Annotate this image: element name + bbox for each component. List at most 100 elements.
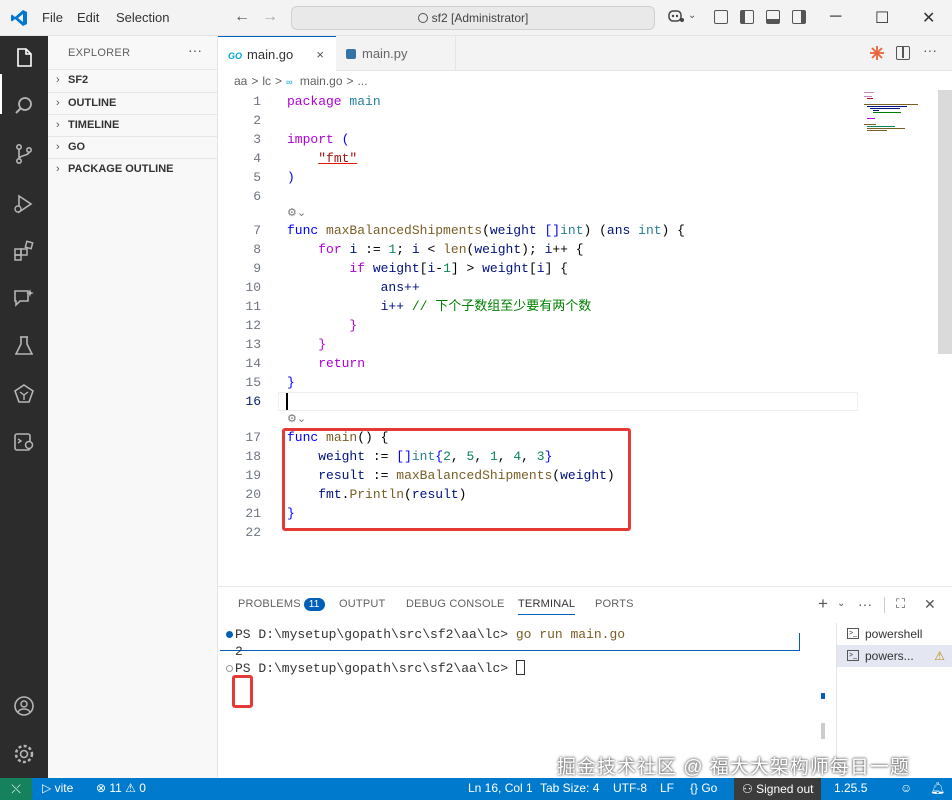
code-line: 9 if weight[i-1] > weight[i] {	[218, 259, 878, 278]
toggle-sidebar-icon[interactable]	[740, 10, 754, 24]
code-token: ;	[396, 242, 412, 257]
code-line: 11 i++ // 下个子数组至少要有两个数	[218, 297, 878, 316]
chevron-right-icon: ›	[56, 74, 60, 86]
status-eol[interactable]: LF	[660, 781, 674, 795]
close-panel-icon[interactable]: ✕	[924, 596, 936, 613]
menu-selection[interactable]: Selection	[116, 10, 169, 25]
breadcrumb-separator: >	[251, 74, 259, 88]
status-encoding[interactable]: UTF-8	[613, 781, 647, 795]
new-terminal-plus-icon[interactable]: +	[818, 594, 828, 614]
more-actions-icon[interactable]: ···	[188, 42, 202, 58]
search-icon[interactable]	[12, 94, 36, 118]
toggle-panel-icon[interactable]	[766, 10, 780, 24]
more-actions-icon[interactable]: ···	[923, 42, 937, 58]
toggle-secondary-sidebar-icon[interactable]	[792, 10, 806, 24]
tab-output[interactable]: OUTPUT	[339, 598, 385, 610]
status-go-version[interactable]: 1.25.5	[834, 781, 867, 795]
codelens-gear-icon[interactable]: ⚙⌄	[287, 206, 306, 222]
terminal-item-powershell-active[interactable]: >_ powers... ⚠	[837, 645, 952, 667]
customize-layout-icon[interactable]	[714, 10, 728, 24]
breadcrumb-lc[interactable]: lc	[262, 74, 271, 88]
code-token: import	[287, 132, 334, 147]
terminal-item-label: powershell	[865, 627, 923, 641]
split-editor-icon[interactable]	[896, 46, 910, 60]
source-control-icon[interactable]	[12, 142, 36, 166]
line-number: 11	[245, 299, 261, 314]
status-vite[interactable]: ▷ vite	[42, 781, 73, 795]
maximize-icon[interactable]: ☐	[875, 8, 889, 28]
forward-arrow-icon[interactable]: →	[262, 8, 278, 26]
code-line: 8 for i := 1; i < len(weight); i++ {	[218, 240, 878, 259]
terminal-scroll-marker	[821, 693, 825, 699]
tab-terminal[interactable]: TERMINAL	[518, 598, 576, 615]
code-token: int	[638, 223, 662, 238]
explorer-icon[interactable]	[12, 46, 36, 70]
remote-chat-icon[interactable]	[12, 286, 36, 310]
accounts-icon[interactable]	[12, 694, 36, 718]
maximize-panel-icon[interactable]: ⛶	[896, 596, 905, 612]
run-debug-icon[interactable]	[12, 192, 36, 216]
remote-indicator-icon[interactable]: ⤬	[0, 778, 32, 800]
sidebar-section-package-outline[interactable]: › PACKAGE OUTLINE	[48, 158, 218, 180]
status-bar: ⤬ ▷ vite ⊗ 11 ⚠ 0 Ln 16, Col 1 Tab Size:…	[0, 778, 952, 800]
sidebar-section-go[interactable]: › GO	[48, 136, 218, 158]
line-number: 4	[253, 151, 261, 166]
menu-file[interactable]: File	[42, 10, 63, 25]
sidebar-section-sf2[interactable]: › SF2	[48, 69, 218, 91]
close-window-icon[interactable]: ✕	[922, 8, 935, 28]
settings-gear-icon[interactable]	[12, 742, 36, 766]
code-token: );	[521, 242, 545, 257]
code-token: weight	[482, 261, 529, 276]
status-problems[interactable]: ⊗ 11 ⚠ 0	[96, 781, 146, 795]
code-editor[interactable]: 1 package main 2 3 import ( 4 "fmt" 5) 6 ⚙…	[218, 90, 952, 586]
tab-ports[interactable]: PORTS	[595, 598, 634, 610]
remote-explorer-icon[interactable]	[12, 430, 36, 454]
close-icon[interactable]: ×	[316, 37, 324, 72]
testing-flask-icon[interactable]	[12, 334, 36, 358]
breadcrumb-symbol[interactable]: ...	[358, 74, 368, 88]
editor-scrollbar[interactable]	[938, 90, 952, 354]
line-number: 14	[245, 356, 261, 371]
command-pending-icon[interactable]	[226, 665, 233, 672]
feedback-icon[interactable]: ☺	[900, 781, 912, 795]
code-token: ] >	[450, 261, 483, 276]
breadcrumb-aa[interactable]: aa	[234, 74, 247, 88]
copilot-sparkle-icon[interactable]	[868, 44, 886, 62]
minimize-icon[interactable]: ─	[830, 8, 841, 26]
section-label: PACKAGE OUTLINE	[68, 163, 174, 175]
breadcrumb-main-go[interactable]: main.go	[300, 74, 343, 88]
command-success-icon[interactable]	[226, 631, 233, 638]
status-language[interactable]: {} Go	[690, 781, 717, 795]
extensions-icon[interactable]	[12, 239, 36, 263]
more-actions-icon[interactable]: ···	[858, 596, 872, 612]
tab-problems[interactable]: PROBLEMS 11	[238, 598, 325, 611]
sidebar-section-timeline[interactable]: › TIMELINE	[48, 114, 218, 136]
back-arrow-icon[interactable]: ←	[234, 8, 250, 26]
menu-edit[interactable]: Edit	[77, 10, 99, 25]
section-label: SF2	[68, 74, 89, 86]
code-token: :=	[365, 242, 381, 257]
terminal-scrollbar[interactable]	[821, 723, 825, 739]
code-line: 7 func maxBalancedShipments(weight []int)…	[218, 221, 878, 240]
status-cursor-position[interactable]: Ln 16, Col 1	[468, 781, 533, 795]
status-signed-out[interactable]: ⚇ Signed out	[734, 778, 822, 800]
tab-main-py[interactable]: main.py	[336, 36, 456, 71]
terminal-item-powershell[interactable]: >_ powershell	[837, 623, 952, 645]
sidebar-section-outline[interactable]: › OUTLINE	[48, 92, 218, 114]
status-tab-size[interactable]: Tab Size: 4	[540, 781, 599, 795]
code-token: }	[287, 375, 295, 390]
terminal-output[interactable]: PS D:\mysetup\gopath\src\sf2\aa\lc> go r…	[218, 623, 808, 773]
git-graph-icon[interactable]	[12, 382, 36, 406]
minimap[interactable]	[864, 92, 919, 137]
chevron-down-icon[interactable]: ⌄	[837, 598, 845, 609]
divider	[884, 597, 885, 613]
status-vite-label: vite	[54, 781, 74, 795]
command-center[interactable]: sf2 [Administrator]	[291, 6, 655, 30]
chevron-right-icon: ›	[56, 163, 60, 175]
copilot-icon[interactable]	[668, 9, 684, 23]
tab-debug-console[interactable]: DEBUG CONSOLE	[406, 598, 505, 610]
tab-main-go[interactable]: GO main.go ×	[218, 36, 336, 71]
codelens-gear-icon[interactable]: ⚙⌄	[287, 412, 306, 428]
notifications-bell-icon[interactable]: 🔔︎	[930, 781, 945, 795]
chevron-down-icon[interactable]: ⌄	[688, 10, 696, 21]
